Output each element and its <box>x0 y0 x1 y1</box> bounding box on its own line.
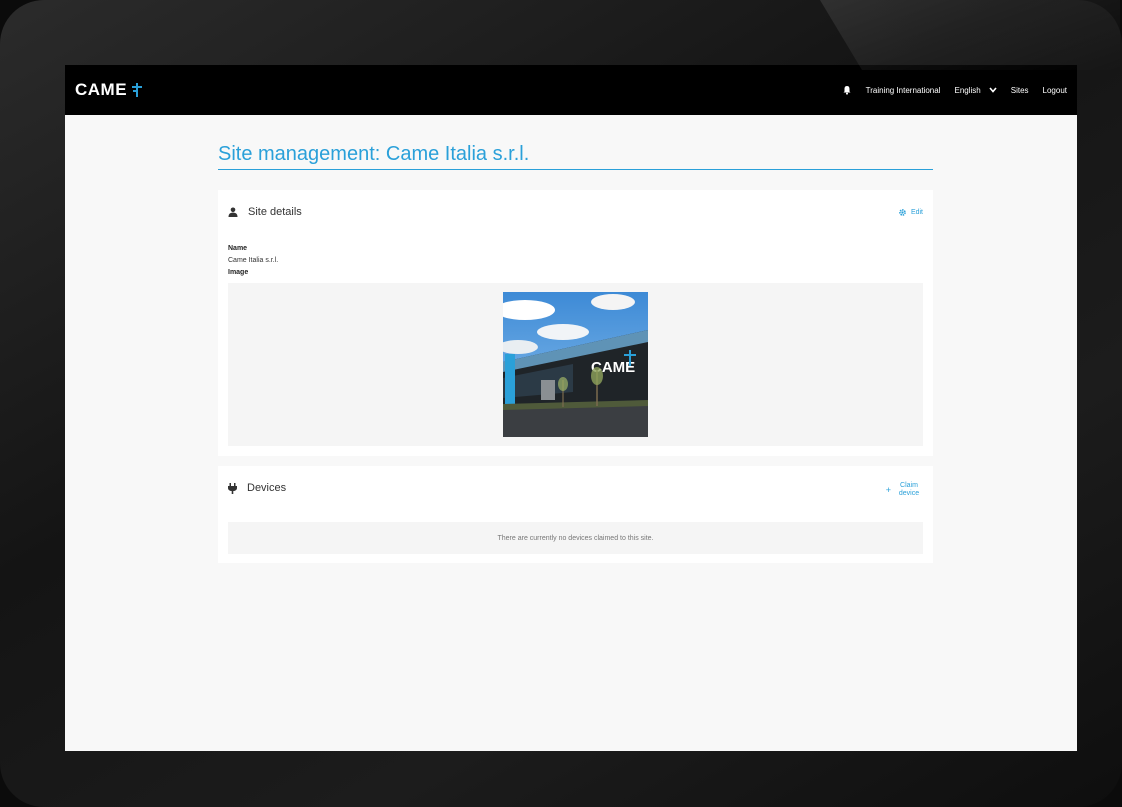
bell-icon[interactable] <box>842 85 852 95</box>
devices-header: Devices <box>228 482 286 494</box>
devices-heading: Devices <box>247 482 287 494</box>
edit-button[interactable]: Edit <box>899 209 923 216</box>
user-icon <box>228 207 238 217</box>
language-select[interactable]: English <box>954 85 997 95</box>
devices-card: Devices + Claim device There are current… <box>218 466 933 563</box>
site-details-heading: Site details <box>248 206 302 218</box>
devices-empty-state: There are currently no devices claimed t… <box>228 522 923 554</box>
edit-label: Edit <box>910 209 923 216</box>
site-photo: CAME <box>503 292 648 437</box>
site-details-header: Site details <box>228 206 302 218</box>
chevron-down-icon <box>989 87 997 93</box>
image-container: CAME <box>228 283 923 446</box>
image-label: Image <box>228 269 249 276</box>
sites-link[interactable]: Sites <box>1011 86 1029 95</box>
account-name[interactable]: Training International <box>866 86 941 95</box>
top-navbar: CAME Training International English Site… <box>65 65 1077 115</box>
main-content: Site management: Came Italia s.r.l. Site… <box>218 143 933 563</box>
came-logo-icon <box>132 83 143 97</box>
language-label: English <box>954 85 981 95</box>
site-details-card: Site details Edit Name Came Italia s.r.l… <box>218 190 933 456</box>
tablet-frame: CAME Training International English Site… <box>0 0 1122 807</box>
plug-icon <box>228 482 237 494</box>
gear-icon <box>899 209 906 216</box>
page-title: Site management: Came Italia s.r.l. <box>218 143 933 170</box>
plus-icon: + <box>885 485 891 495</box>
name-value: Came Italia s.r.l. <box>228 257 279 264</box>
logo-text: CAME <box>75 80 128 99</box>
top-nav: Training International English Sites Log… <box>828 85 1067 95</box>
claim-device-button[interactable]: + Claim device <box>886 482 922 498</box>
logout-link[interactable]: Logout <box>1043 86 1067 95</box>
app-screen: CAME Training International English Site… <box>65 65 1077 751</box>
empty-message: There are currently no devices claimed t… <box>497 534 654 542</box>
name-label: Name <box>228 245 248 252</box>
building-image: CAME <box>503 292 648 437</box>
claim-device-label: Claim device <box>898 482 920 497</box>
came-logo[interactable]: CAME <box>75 80 143 100</box>
